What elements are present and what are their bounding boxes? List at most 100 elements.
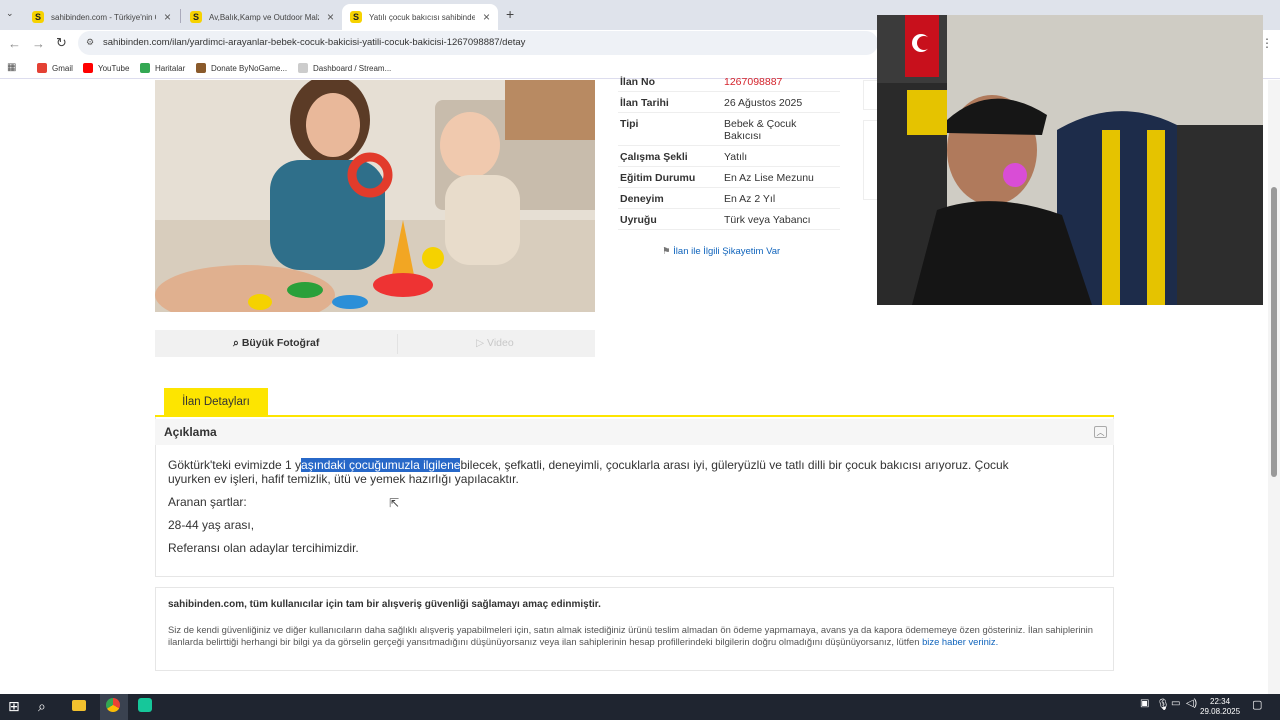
- sahibinden-favicon: S: [350, 11, 362, 23]
- label-deneyim: Deneyim: [620, 193, 664, 205]
- side-panel-edge: [863, 80, 877, 110]
- bookmark-label: Dashboard / Stream...: [313, 63, 392, 73]
- bookmark-youtube[interactable]: YouTube: [83, 63, 129, 73]
- browser-tab-2[interactable]: S Av,Balık,Kamp ve Outdoor Malz ×: [182, 4, 342, 30]
- search-icon[interactable]: ⌕: [38, 698, 46, 715]
- tray-app-icon[interactable]: ▣: [1140, 698, 1149, 709]
- site-info-icon[interactable]: ⚙: [86, 37, 94, 48]
- description-header: [155, 419, 1114, 445]
- magnifier-icon: ⌕: [233, 337, 242, 349]
- big-photo-label: Büyük Fotoğraf: [241, 337, 320, 349]
- clock-date: 29.08.2025: [1200, 707, 1241, 716]
- requirement-reference: Referansı olan adaylar tercihimizdir.: [168, 541, 359, 555]
- listing-photo[interactable]: [155, 80, 595, 312]
- description-line-2: uyurken ev işleri, hafif temizlik, ütü v…: [168, 472, 519, 486]
- bookmark-label: Haritalar: [155, 63, 186, 73]
- tab-title: Yatılı çocuk bakıcısı sahibinden: [369, 12, 475, 22]
- value-ilan-tarihi: 26 Ağustos 2025: [724, 97, 803, 109]
- reload-icon[interactable]: ↻: [56, 35, 67, 51]
- photo-actions-divider: [397, 334, 398, 354]
- label-uyrugu: Uyruğu: [620, 214, 657, 226]
- close-tab-icon[interactable]: ×: [483, 10, 490, 24]
- sahibinden-favicon: S: [32, 11, 44, 23]
- gmail-icon: [37, 63, 47, 73]
- big-photo-button[interactable]: ⌕ Büyük Fotoğraf: [233, 337, 319, 350]
- back-icon[interactable]: ←: [8, 36, 21, 51]
- play-icon: ▷: [476, 337, 487, 349]
- apps-grid-icon[interactable]: ▦: [7, 62, 16, 73]
- description-text-part: Göktürk'teki evimizde 1 y: [168, 458, 302, 472]
- page-icon: [298, 63, 308, 73]
- network-icon[interactable]: ▭: [1171, 698, 1180, 709]
- row-divider: [618, 208, 840, 209]
- label-calisma-sekli: Çalışma Şekli: [620, 151, 688, 163]
- tab-divider: [180, 9, 181, 23]
- notifications-icon[interactable]: ▢: [1252, 698, 1262, 711]
- tab-search-icon[interactable]: ⌄: [6, 8, 14, 19]
- close-tab-icon[interactable]: ×: [164, 10, 171, 24]
- notice-body: Siz de kendi güvenliğiniz ve diğer kulla…: [168, 624, 1103, 648]
- label-ilan-tarihi: İlan Tarihi: [620, 97, 669, 109]
- side-panel-edge: [863, 120, 877, 200]
- description-title: Açıklama: [164, 425, 217, 439]
- selected-text: aşındaki çocuğumuzla ilgilene: [301, 458, 461, 472]
- tab-title: Av,Balık,Kamp ve Outdoor Malz: [209, 12, 319, 22]
- bookmark-label: Donate ByNoGame...: [211, 63, 288, 73]
- donate-icon: [196, 63, 206, 73]
- clock-time: 22:34: [1210, 697, 1231, 706]
- tab-title: sahibinden.com - Türkiye'nin Ön: [51, 12, 156, 22]
- microphone-icon[interactable]: 🎙: [1156, 698, 1170, 711]
- value-deneyim: En Az 2 Yıl: [724, 193, 776, 205]
- sahibinden-favicon: S: [190, 11, 202, 23]
- video-button[interactable]: ▷ Video: [476, 337, 514, 349]
- requirement-age: 28-44 yaş arası,: [168, 518, 255, 532]
- bookmark-label: YouTube: [98, 63, 130, 73]
- browser-tab-1[interactable]: S sahibinden.com - Türkiye'nin Ön ×: [24, 4, 179, 30]
- windows-taskbar: [0, 694, 1280, 720]
- description-text[interactable]: Göktürk'teki evimizde 1 yaşındaki çocuğu…: [168, 458, 1103, 472]
- flag-icon: ⚑: [662, 246, 674, 257]
- bookmark-gmail[interactable]: Gmail: [37, 63, 73, 73]
- bookmark-maps[interactable]: Haritalar: [140, 63, 185, 73]
- value-uyrugu: Türk veya Yabancı: [724, 214, 811, 226]
- complaint-label: İlan ile İlgili Şikayetim Var: [673, 246, 781, 257]
- complaint-link[interactable]: ⚑ İlan ile İlgili Şikayetim Var: [662, 246, 780, 257]
- row-divider: [618, 166, 840, 167]
- report-link[interactable]: bize haber veriniz.: [922, 636, 998, 647]
- photo-actions-bar: [155, 330, 595, 357]
- bookmark-dashboard[interactable]: Dashboard / Stream...: [298, 63, 391, 73]
- row-divider: [618, 112, 840, 113]
- value-tipi: Bebek & Çocuk Bakıcısı: [724, 118, 797, 142]
- value-egitim-durumu: En Az Lise Mezunu: [724, 172, 814, 184]
- app-icon[interactable]: [138, 698, 152, 715]
- windows-start-icon[interactable]: ⊞: [8, 698, 20, 715]
- bookmark-label: Gmail: [52, 63, 73, 73]
- label-ilan-no: İlan No: [620, 76, 656, 88]
- forward-icon[interactable]: →: [32, 36, 45, 51]
- description-text-part: bilecek, şefkatli, deneyimli, çocuklarla…: [460, 458, 1009, 472]
- notice-title: sahibinden.com, tüm kullanıcılar için ta…: [168, 599, 601, 610]
- scrollbar-thumb[interactable]: [1271, 187, 1277, 477]
- new-tab-icon[interactable]: +: [506, 6, 514, 22]
- file-explorer-icon[interactable]: [72, 698, 86, 714]
- url-text[interactable]: sahibinden.com/ilan/yardimci-arayanlar-b…: [103, 37, 525, 48]
- row-divider: [618, 91, 840, 92]
- mouse-cursor-icon: ⇱: [389, 496, 400, 510]
- value-calisma-sekli: Yatılı: [724, 151, 748, 163]
- collapse-icon[interactable]: ︿: [1094, 426, 1107, 438]
- close-tab-icon[interactable]: ×: [327, 10, 334, 24]
- volume-icon[interactable]: ◁): [1186, 698, 1197, 709]
- video-label: Video: [487, 337, 514, 349]
- youtube-icon: [83, 63, 93, 73]
- tab-ilan-detaylari[interactable]: İlan Detayları: [164, 388, 268, 416]
- label-tipi: Tipi: [620, 118, 639, 130]
- bookmark-donate[interactable]: Donate ByNoGame...: [196, 63, 287, 73]
- requirements-title: Aranan şartlar:: [168, 495, 247, 509]
- taskbar-clock[interactable]: 22:34 29.08.2025: [1200, 697, 1240, 717]
- chrome-icon[interactable]: [106, 698, 120, 715]
- browser-tab-3[interactable]: S Yatılı çocuk bakıcısı sahibinden ×: [342, 4, 498, 30]
- row-divider: [618, 187, 840, 188]
- value-ilan-no: 1267098887: [724, 76, 783, 88]
- row-divider: [618, 145, 840, 146]
- label-egitim-durumu: Eğitim Durumu: [620, 172, 696, 184]
